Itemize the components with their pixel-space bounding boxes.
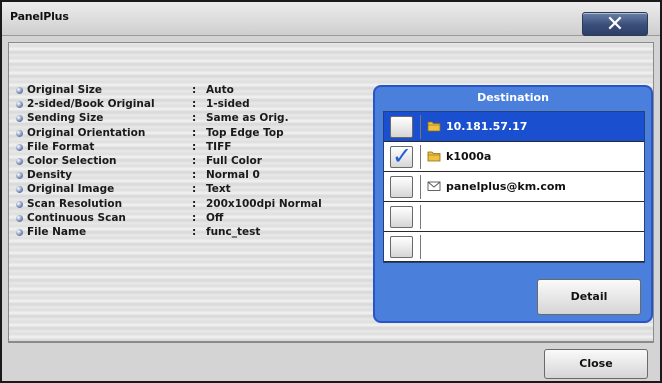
destination-row[interactable]: panelplus@km.com [384,172,644,202]
bullet-icon [16,214,23,222]
setting-label: Original Size [27,84,103,96]
setting-row: Original Orientation: Top Edge Top [16,127,346,141]
setting-label: File Format [27,140,95,153]
destination-row[interactable] [384,202,644,232]
destination-name: panelplus@km.com [446,180,566,193]
setting-separator: : [192,98,197,111]
setting-row: File Name: func_test [16,226,346,240]
setting-label: Original Orientation [27,126,146,139]
row-divider [420,205,421,229]
setting-row: Sending Size: Same as Orig. [16,112,346,126]
close-button[interactable]: Close [544,349,648,379]
setting-value: Text [206,183,231,196]
setting-label: Scan Resolution [27,197,123,210]
setting-label: File Name [27,225,87,238]
setting-separator: : [192,140,197,153]
setting-value: Top Edge Top [206,126,284,139]
destination-list: 10.181.57.17 ✓ k1000a panelplus@km.com [383,111,645,263]
setting-label: Original Image [27,183,115,196]
mail-icon [427,181,441,191]
setting-label: Continuous Scan [27,211,126,224]
destination-row[interactable]: ✓ k1000a [384,142,644,172]
setting-row: Color Selection: Full Color [16,155,346,169]
setting-label: Sending Size [27,112,104,125]
close-icon: ✕ [605,12,625,37]
bullet-icon [16,172,23,180]
setting-value: TIFF [206,140,232,153]
setting-value: Auto [206,84,234,96]
window-close-button[interactable]: ✕ [582,12,648,36]
detail-button[interactable]: Detail [537,279,641,315]
setting-separator: : [192,211,197,224]
bullet-icon [16,228,23,236]
setting-label: 2-sided/Book Original [27,98,155,111]
setting-row: Original Size: Auto [16,84,346,98]
destination-row[interactable] [384,232,644,262]
bullet-icon [16,157,23,165]
setting-row: Scan Resolution:200x100dpi Normal [16,198,346,212]
setting-value: Normal 0 [206,169,260,182]
setting-value: func_test [206,225,261,238]
destination-checkbox[interactable] [390,116,413,138]
row-divider [420,145,421,169]
folder-icon [427,121,441,132]
destination-name: k1000a [446,150,492,163]
setting-separator: : [192,183,197,196]
row-divider [420,235,421,259]
setting-value: Off [206,211,224,224]
setting-value: 1-sided [206,98,250,111]
setting-label: Color Selection [27,154,117,167]
destination-checkbox[interactable] [390,206,413,228]
destination-row[interactable]: 10.181.57.17 [384,112,644,142]
bullet-icon [16,186,23,194]
window-title: PanelPlus [10,10,69,23]
bullet-icon [16,115,23,123]
setting-separator: : [192,126,197,139]
title-bar: PanelPlus [2,2,660,36]
destination-header: Destination [477,91,549,104]
bullet-icon [16,143,23,151]
bullet-icon [16,129,23,137]
setting-label: Density [27,169,73,182]
setting-value: Same as Orig. [206,112,289,125]
setting-separator: : [192,225,197,238]
checkmark-icon: ✓ [392,142,413,170]
row-divider [420,115,421,139]
setting-value: 200x100dpi Normal [206,197,322,210]
setting-row: Density: Normal 0 [16,169,346,183]
setting-row: 2-sided/Book Original:1-sided [16,98,346,112]
destination-checkbox[interactable]: ✓ [390,142,413,170]
bullet-icon [16,101,23,109]
setting-separator: : [192,154,197,167]
setting-separator: : [192,112,197,125]
setting-separator: : [192,169,197,182]
destination-checkbox[interactable] [390,176,413,198]
setting-row: Original Image: Text [16,183,346,197]
setting-value: Full Color [206,154,262,167]
bullet-icon [16,200,23,208]
scan-settings-list: Original Size: Auto 2-sided/Book Original… [16,84,346,240]
setting-row: Continuous Scan: Off [16,212,346,226]
footer-divider [8,342,654,343]
destination-checkbox[interactable] [390,236,413,258]
destination-name: 10.181.57.17 [446,120,528,133]
setting-row: File Format: TIFF [16,141,346,155]
row-divider [420,175,421,199]
folder-icon [427,151,441,162]
setting-separator: : [192,197,197,210]
setting-separator: : [192,84,197,96]
bullet-icon [16,87,23,94]
